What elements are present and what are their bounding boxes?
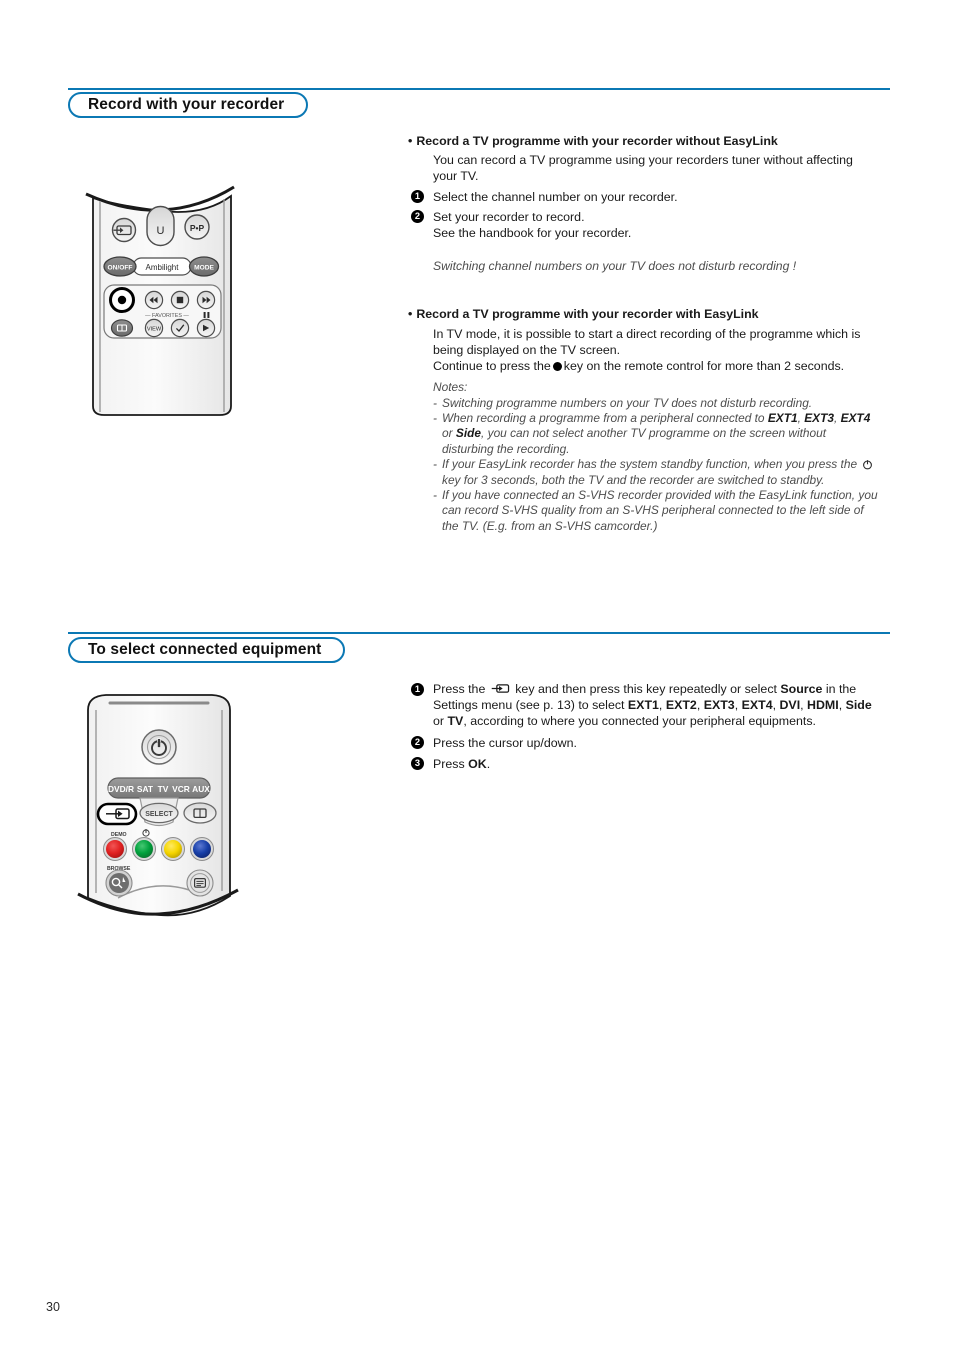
source-icon <box>491 682 510 693</box>
key-view: VIEW <box>144 318 164 338</box>
key-standby <box>141 729 177 765</box>
key-menu <box>186 869 214 897</box>
section-rule <box>68 632 890 634</box>
key-source <box>96 802 138 826</box>
steps-equipment: 1 Press the key and then press this key … <box>408 681 878 772</box>
step-item: 3 Press OK. <box>408 756 878 772</box>
subheading-with-easylink: • Record a TV programme with your recorde… <box>408 307 759 322</box>
step-number: 3 <box>411 757 424 771</box>
key-list <box>110 319 134 337</box>
note-dash: - <box>433 411 437 426</box>
note-text: Switching programme numbers on your TV d… <box>442 395 813 410</box>
note-item: - If your EasyLink recorder has the syst… <box>433 457 878 488</box>
svg-text:VIEW: VIEW <box>147 326 162 332</box>
key-select: SELECT <box>139 802 179 824</box>
subheading-without-easylink: • Record a TV programme with your recorde… <box>408 134 778 148</box>
svg-text:U: U <box>157 225 165 237</box>
step-text: Set your recorder to record. See the han… <box>433 209 632 241</box>
step-number: 2 <box>411 210 424 224</box>
key-pp: P•P <box>184 214 210 240</box>
paragraph-with-easylink-2: Continue to press the key on the remote c… <box>433 358 878 374</box>
steps-without-easylink: 1 Select the channel number on your reco… <box>408 189 878 242</box>
note-dash: - <box>433 488 437 503</box>
note-text: If your EasyLink recorder has the system… <box>442 457 875 487</box>
key-play <box>196 318 216 338</box>
key-forward <box>196 290 216 310</box>
bullet-dot: • <box>408 307 413 322</box>
svg-text:ON/OFF: ON/OFF <box>108 265 133 272</box>
note-item: - If you have connected an S-VHS recorde… <box>433 488 878 534</box>
key-mode: MODE <box>188 256 220 277</box>
key-browse <box>105 869 133 897</box>
paragraph-with-easylink-1: In TV mode, it is possible to start a di… <box>433 326 861 357</box>
svg-text:AUX: AUX <box>192 784 210 794</box>
key-color-red <box>103 837 127 861</box>
equipment-text-column: 1 Press the key and then press this key … <box>408 681 878 774</box>
key-standby: U <box>146 205 175 247</box>
step-number: 2 <box>411 736 424 750</box>
standby-icon <box>862 459 873 470</box>
key-onoff: ON/OFF <box>103 256 137 277</box>
notes-block: Notes: - Switching programme numbers on … <box>433 380 878 534</box>
notes-label: Notes: <box>433 380 468 395</box>
key-color-blue <box>190 837 214 861</box>
note-text: If you have connected an S-VHS recorder … <box>442 488 878 533</box>
key-check <box>170 318 190 338</box>
key-rewind <box>144 290 164 310</box>
svg-text:— FAVORITES —: — FAVORITES — <box>145 313 189 319</box>
note-item: - Switching programme numbers on your TV… <box>433 396 878 411</box>
paragraph-without-easylink: You can record a TV programme using your… <box>433 153 853 184</box>
section-title-pill-equipment: To select connected equipment <box>68 637 346 663</box>
svg-text:SAT: SAT <box>137 784 154 794</box>
note-dash: - <box>433 395 437 410</box>
step-text: Press the key and then press this key re… <box>433 682 872 729</box>
step-text: Press the cursor up/down. <box>433 735 577 750</box>
step-item: 1 Select the channel number on your reco… <box>408 189 878 205</box>
section-title-pill-record: Record with your recorder <box>68 92 309 118</box>
note-item: - When recording a programme from a peri… <box>433 411 878 457</box>
record-text-column: • Record a TV programme with your recorde… <box>408 133 878 534</box>
paragraph-with-easylink-2a: Continue to press the <box>433 359 551 374</box>
svg-text:P•P: P•P <box>190 223 205 233</box>
svg-text:SELECT: SELECT <box>145 811 173 818</box>
note-dash: - <box>433 457 437 472</box>
note-text: When recording a programme from a periph… <box>442 411 871 456</box>
svg-text:TV: TV <box>158 784 169 794</box>
key-info <box>183 802 217 824</box>
step-item: 2 Press the cursor up/down. <box>408 735 878 751</box>
section-rule <box>68 88 890 90</box>
svg-text:DVD/R: DVD/R <box>108 784 134 794</box>
page-number: 30 <box>46 1300 60 1314</box>
record-key-icon <box>552 361 562 371</box>
step-text: Press OK. <box>433 756 491 771</box>
key-source <box>111 217 137 243</box>
remote-control-bottom-illustration: DVD/R SAT TV VCR AUX SELECT DEMO BROWSE <box>76 686 242 934</box>
key-color-yellow <box>161 837 185 861</box>
key-color-green <box>132 837 156 861</box>
step-number: 1 <box>411 682 424 696</box>
svg-text:VCR: VCR <box>172 784 190 794</box>
remote-control-top-illustration: U P•P Ambilight ON/OFF MODE — FAVORITES … <box>84 182 240 417</box>
svg-text:MODE: MODE <box>194 265 214 272</box>
key-stop <box>170 290 190 310</box>
step-item: 1 Press the key and then press this key … <box>408 681 878 730</box>
svg-text:Ambilight: Ambilight <box>146 263 180 272</box>
bullet-dot: • <box>408 134 413 148</box>
note-without-easylink: Switching channel numbers on your TV doe… <box>433 259 797 274</box>
step-item: 2 Set your recorder to record. See the h… <box>408 209 878 241</box>
page-title: Record with your recorder <box>88 96 285 114</box>
key-record <box>109 287 135 313</box>
svg-text:DEMO: DEMO <box>111 832 127 838</box>
step-text: Select the channel number on your record… <box>433 189 678 204</box>
paragraph-with-easylink-2b: key on the remote control for more than … <box>563 359 845 374</box>
page-title: To select connected equipment <box>88 641 322 659</box>
step-number: 1 <box>411 190 424 204</box>
